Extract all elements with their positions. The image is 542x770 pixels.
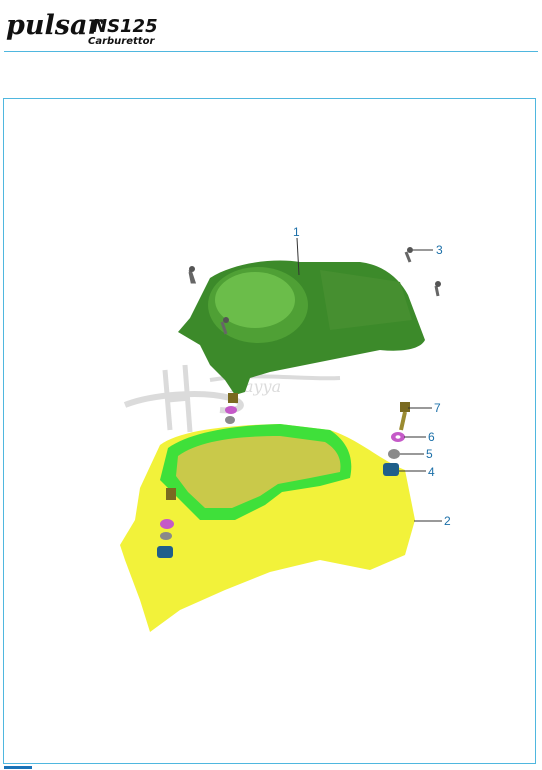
callout-3: 3 xyxy=(436,243,443,257)
washer-6-left xyxy=(225,406,237,414)
collar-5 xyxy=(388,449,400,459)
upper-cover-flange xyxy=(320,270,412,330)
grommet-4-lower xyxy=(157,546,173,558)
bolt-7-head xyxy=(400,402,410,412)
callout-4: 4 xyxy=(428,465,435,479)
bolt-3c xyxy=(434,285,440,297)
washer-6-lower xyxy=(160,519,174,529)
washer-6-hole xyxy=(395,435,401,439)
collar-5-lower xyxy=(160,532,172,540)
footer-accent-bar xyxy=(4,766,32,769)
watermark-letter xyxy=(162,364,193,433)
bolt-3b xyxy=(404,251,412,263)
bolt-7-shank xyxy=(399,411,407,431)
grommet-4 xyxy=(383,463,399,476)
bolt-3a-head xyxy=(189,266,195,272)
callout-2: 2 xyxy=(444,514,451,528)
collar-5-left xyxy=(225,416,235,424)
bolt-3c-head xyxy=(435,281,441,287)
callout-6: 6 xyxy=(428,430,435,444)
right-fastener-stack xyxy=(383,402,410,476)
bolt-3b-head xyxy=(407,247,413,253)
callout-1: 1 xyxy=(293,225,300,239)
bolt-3d-head xyxy=(223,317,229,323)
callout-5: 5 xyxy=(426,447,433,461)
bolt-7-left xyxy=(228,393,238,403)
exploded-parts-diagram: Hayya 1 2 3 4 5 6 7 xyxy=(120,225,451,632)
bolt-7-lower xyxy=(166,488,176,500)
part-1-upper-cover xyxy=(178,260,425,395)
callout-7: 7 xyxy=(434,401,441,415)
